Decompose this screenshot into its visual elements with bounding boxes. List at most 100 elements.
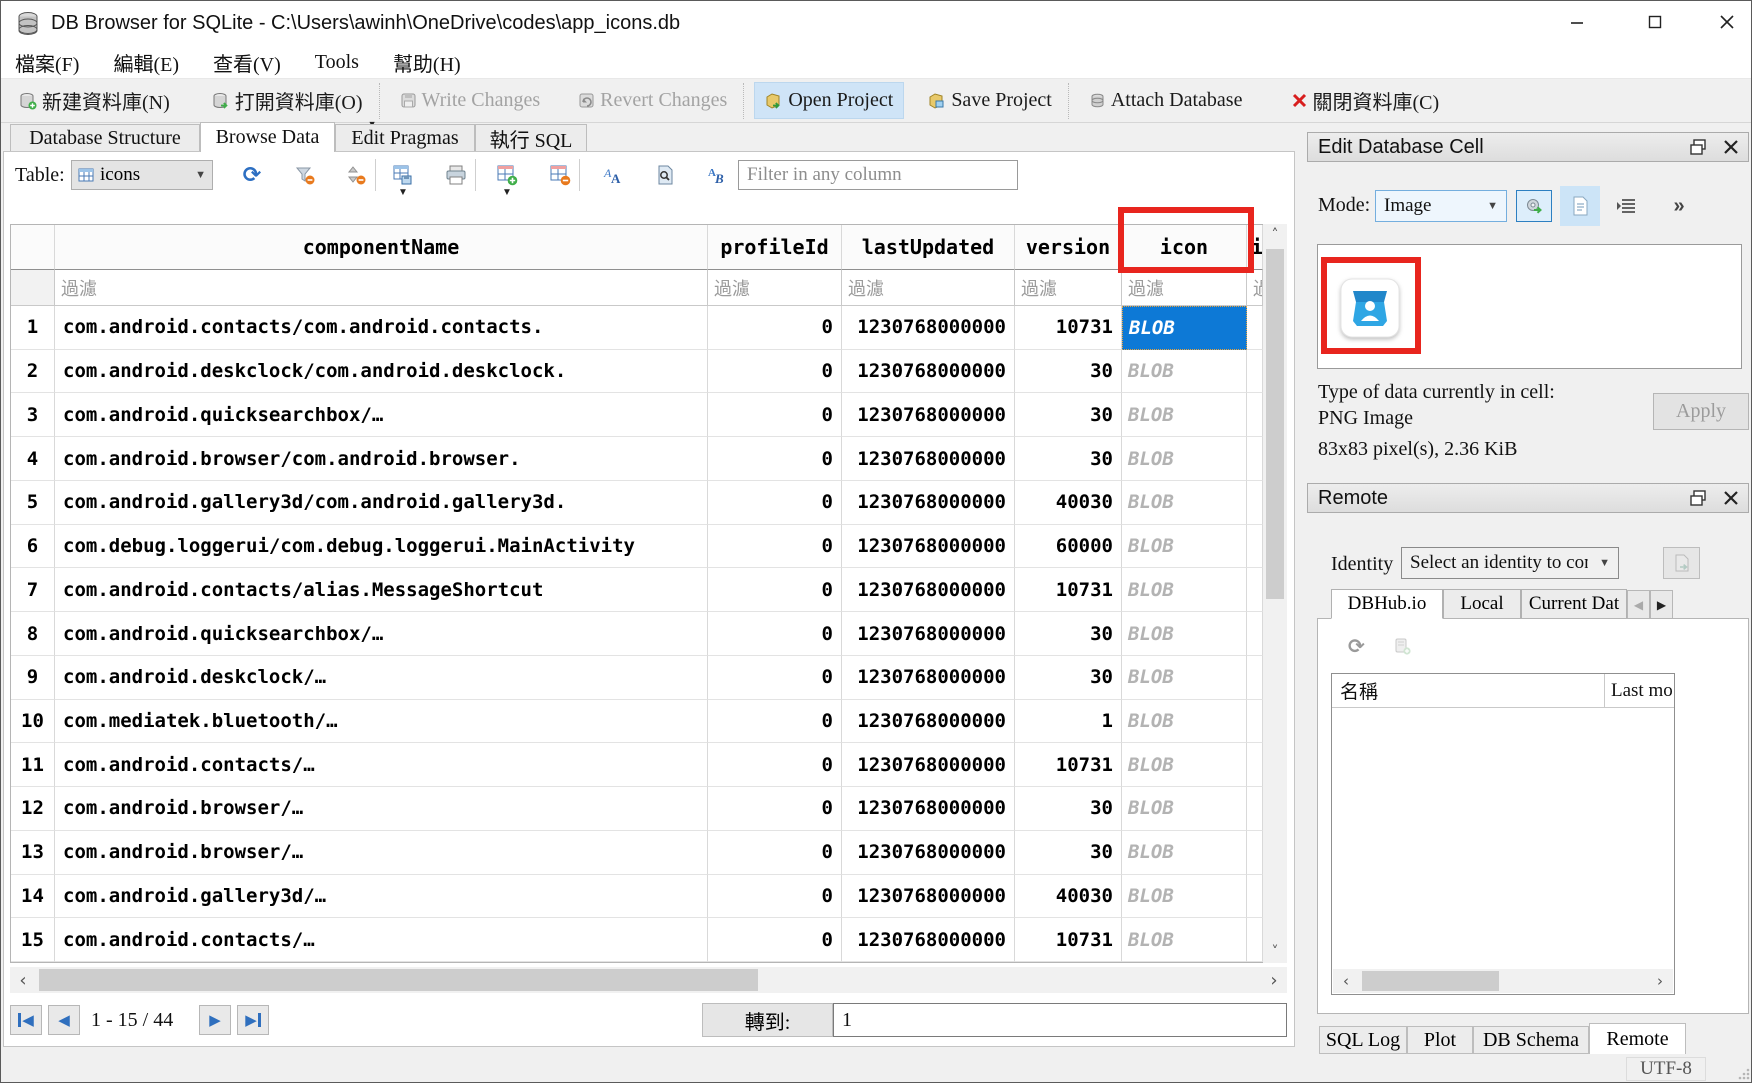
filter-profileId[interactable]: 過濾 — [708, 270, 842, 306]
cell-profileId[interactable]: 0 — [708, 437, 842, 481]
cell-partial[interactable] — [1247, 831, 1263, 875]
cell-icon-blob[interactable]: BLOB — [1122, 481, 1247, 525]
cell-partial[interactable] — [1247, 875, 1263, 919]
cell-icon-blob[interactable]: BLOB — [1122, 437, 1247, 481]
cell-partial[interactable] — [1247, 656, 1263, 700]
cell-lastUpdated[interactable]: 1230768000000 — [842, 700, 1015, 744]
grid-hscroll-thumb[interactable] — [39, 969, 758, 991]
cell-profileId[interactable]: 0 — [708, 831, 842, 875]
cell-version[interactable]: 30 — [1015, 656, 1122, 700]
first-page-button[interactable]: ◀ — [10, 1005, 42, 1035]
cell-componentName[interactable]: com.android.browser/com.android.browser. — [55, 437, 708, 481]
prev-page-button[interactable]: ◀ — [48, 1005, 80, 1035]
cell-image-preview-area[interactable] — [1317, 244, 1742, 369]
cell-componentName[interactable]: com.android.contacts/… — [55, 743, 708, 787]
close-panel-icon[interactable] — [1724, 140, 1738, 154]
insert-record-icon[interactable]: ▼ — [493, 162, 521, 188]
filter-version[interactable]: 過濾 — [1015, 270, 1122, 306]
cell-lastUpdated[interactable]: 1230768000000 — [842, 306, 1015, 350]
row-number[interactable]: 7 — [11, 568, 55, 612]
row-number[interactable]: 4 — [11, 437, 55, 481]
cell-componentName[interactable]: com.android.browser/… — [55, 787, 708, 831]
cell-componentName[interactable]: com.android.browser/… — [55, 831, 708, 875]
tab-plot[interactable]: Plot — [1407, 1026, 1473, 1054]
close-database-button[interactable]: 關閉資料庫(C) — [1282, 80, 1449, 121]
cell-lastUpdated[interactable]: 1230768000000 — [842, 831, 1015, 875]
cell-version[interactable]: 1 — [1015, 700, 1122, 744]
maximize-button[interactable] — [1631, 1, 1679, 43]
tab-scroll-right-icon[interactable]: ▶ — [1650, 590, 1673, 619]
find-in-table-icon[interactable] — [651, 162, 679, 188]
cell-lastUpdated[interactable]: 1230768000000 — [842, 787, 1015, 831]
cell-partial[interactable] — [1247, 612, 1263, 656]
tab-sql-log[interactable]: SQL Log — [1319, 1026, 1407, 1054]
cell-version[interactable]: 30 — [1015, 393, 1122, 437]
cell-version[interactable]: 10731 — [1015, 743, 1122, 787]
cell-icon-blob[interactable]: BLOB — [1122, 787, 1247, 831]
open-project-button[interactable]: Open Project — [754, 82, 904, 119]
cell-version[interactable]: 30 — [1015, 612, 1122, 656]
remote-clone-database-icon[interactable] — [1393, 637, 1412, 656]
remote-hscroll-thumb[interactable] — [1362, 971, 1499, 991]
cell-icon-blob[interactable]: BLOB — [1122, 743, 1247, 787]
remote-scroll-right-icon[interactable]: › — [1649, 970, 1671, 992]
cell-partial[interactable] — [1247, 437, 1263, 481]
header-profileId[interactable]: profileId — [708, 225, 842, 270]
cell-profileId[interactable]: 0 — [708, 568, 842, 612]
cell-version[interactable]: 40030 — [1015, 481, 1122, 525]
remote-col-last-modified[interactable]: Last mo — [1605, 674, 1674, 707]
scroll-down-icon[interactable]: ˅ — [1263, 941, 1287, 963]
menu-item[interactable]: 幫助(H) — [389, 46, 465, 79]
cell-componentName[interactable]: com.android.quicksearchbox/… — [55, 612, 708, 656]
clear-sort-icon[interactable] — [342, 162, 370, 188]
cell-partial[interactable] — [1247, 306, 1263, 350]
cell-lastUpdated[interactable]: 1230768000000 — [842, 568, 1015, 612]
cell-partial[interactable] — [1247, 700, 1263, 744]
cell-lastUpdated[interactable]: 1230768000000 — [842, 875, 1015, 919]
cell-componentName[interactable]: com.android.contacts/alias.MessageShortc… — [55, 568, 708, 612]
cell-version[interactable]: 30 — [1015, 831, 1122, 875]
cell-partial[interactable] — [1247, 525, 1263, 569]
remote-file-table[interactable]: 名稱 Last mo ‹ › — [1331, 673, 1675, 995]
cell-profileId[interactable]: 0 — [708, 612, 842, 656]
tab-database-structure[interactable]: Database Structure — [10, 124, 200, 151]
clear-filters-icon[interactable] — [291, 162, 319, 188]
cell-profileId[interactable]: 0 — [708, 918, 842, 962]
menu-item[interactable]: 查看(V) — [209, 46, 285, 79]
cell-lastUpdated[interactable]: 1230768000000 — [842, 481, 1015, 525]
row-number[interactable]: 3 — [11, 393, 55, 437]
cell-profileId[interactable]: 0 — [708, 306, 842, 350]
menu-item[interactable]: 檔案(F) — [11, 46, 83, 79]
font-style-icon[interactable]: AA — [599, 162, 627, 188]
cell-componentName[interactable]: com.debug.loggerui/com.debug.loggerui.Ma… — [55, 525, 708, 569]
cell-lastUpdated[interactable]: 1230768000000 — [842, 612, 1015, 656]
cell-componentName[interactable]: com.android.contacts/… — [55, 918, 708, 962]
tab-db-schema[interactable]: DB Schema — [1473, 1026, 1589, 1054]
header-partial-column[interactable]: ic — [1247, 225, 1263, 270]
cell-componentName[interactable]: com.android.gallery3d/… — [55, 875, 708, 919]
menu-item[interactable]: Tools — [311, 49, 363, 76]
header-version[interactable]: version — [1015, 225, 1122, 270]
cell-profileId[interactable]: 0 — [708, 743, 842, 787]
cell-version[interactable]: 30 — [1015, 437, 1122, 481]
header-lastUpdated[interactable]: lastUpdated — [842, 225, 1015, 270]
font-size-icon[interactable]: AB — [703, 162, 731, 188]
cell-componentName[interactable]: com.android.contacts/com.android.contact… — [55, 306, 708, 350]
cell-lastUpdated[interactable]: 1230768000000 — [842, 743, 1015, 787]
cell-componentName[interactable]: com.android.quicksearchbox/… — [55, 393, 708, 437]
tab-execute-sql[interactable]: 執行 SQL — [475, 124, 587, 151]
remote-refresh-icon[interactable]: ⟳ — [1348, 634, 1365, 658]
filter-componentName[interactable]: 過濾 — [55, 270, 708, 306]
cell-componentName[interactable]: com.android.deskclock/… — [55, 656, 708, 700]
mode-combobox[interactable]: Image ▼ — [1375, 190, 1507, 222]
next-page-button[interactable]: ▶ — [199, 1005, 231, 1035]
cell-lastUpdated[interactable]: 1230768000000 — [842, 525, 1015, 569]
cell-partial[interactable] — [1247, 918, 1263, 962]
save-results-icon[interactable]: ▼ — [389, 162, 417, 188]
tab-browse-data[interactable]: Browse Data — [200, 122, 335, 152]
tab-dbhub[interactable]: DBHub.io — [1331, 589, 1443, 619]
revert-changes-button[interactable]: Revert Changes — [568, 83, 737, 118]
cell-lastUpdated[interactable]: 1230768000000 — [842, 918, 1015, 962]
cell-profileId[interactable]: 0 — [708, 875, 842, 919]
cell-componentName[interactable]: com.mediatek.bluetooth/… — [55, 700, 708, 744]
